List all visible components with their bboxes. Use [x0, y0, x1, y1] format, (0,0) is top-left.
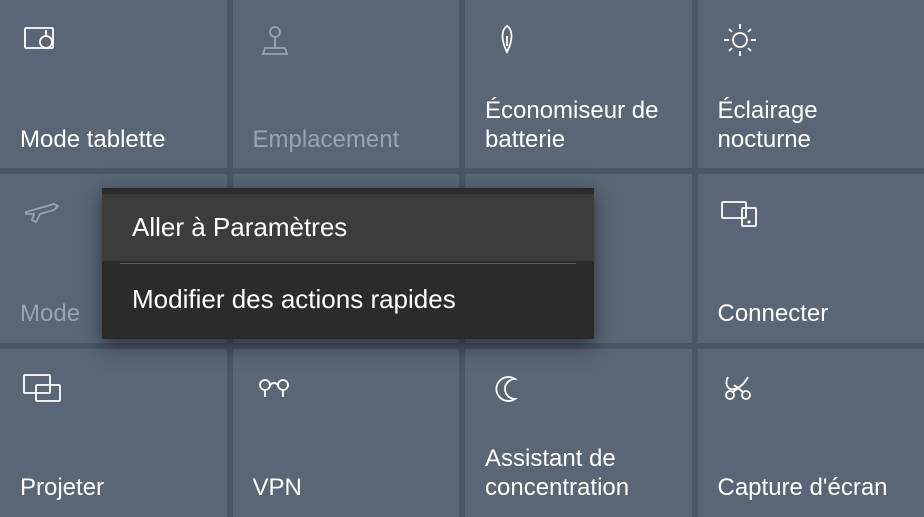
tablet-mode-icon	[20, 18, 64, 62]
night-light-icon	[718, 18, 762, 62]
tile-label: VPN	[253, 474, 440, 503]
tile-screen-snip[interactable]: Capture d'écran	[698, 349, 924, 517]
tile-battery-saver[interactable]: Économiseur de batterie	[465, 0, 692, 168]
vpn-icon	[253, 367, 297, 411]
tile-tablet-mode[interactable]: Mode tablette	[0, 0, 227, 168]
tile-focus-assist[interactable]: Assistant de concentration	[465, 349, 692, 517]
project-icon	[20, 367, 64, 411]
tile-label: Éclairage nocturne	[718, 97, 905, 155]
tile-label: Économiseur de batterie	[485, 97, 672, 155]
focus-assist-icon	[485, 367, 529, 411]
tile-project[interactable]: Projeter	[0, 349, 227, 517]
location-icon	[253, 18, 297, 62]
tile-label: Connecter	[718, 300, 905, 329]
tile-location[interactable]: Emplacement	[233, 0, 460, 168]
screen-snip-icon	[718, 367, 762, 411]
connect-icon	[718, 192, 762, 236]
airplane-icon	[20, 192, 64, 236]
tile-label: Emplacement	[253, 126, 440, 155]
tile-label: Capture d'écran	[718, 474, 905, 503]
menu-item-go-to-settings[interactable]: Aller à Paramètres	[102, 194, 594, 261]
tile-night-light[interactable]: Éclairage nocturne	[698, 0, 924, 168]
tile-label: Mode tablette	[20, 126, 207, 155]
tile-connect[interactable]: Connecter	[698, 174, 924, 342]
tile-label: Projeter	[20, 474, 207, 503]
menu-item-edit-quick-actions[interactable]: Modifier des actions rapides	[102, 266, 594, 333]
context-menu: Aller à Paramètres Modifier des actions …	[102, 188, 594, 339]
battery-saver-icon	[485, 18, 529, 62]
menu-separator	[120, 263, 576, 264]
tile-vpn[interactable]: VPN	[233, 349, 460, 517]
tile-label: Assistant de concentration	[485, 445, 672, 503]
